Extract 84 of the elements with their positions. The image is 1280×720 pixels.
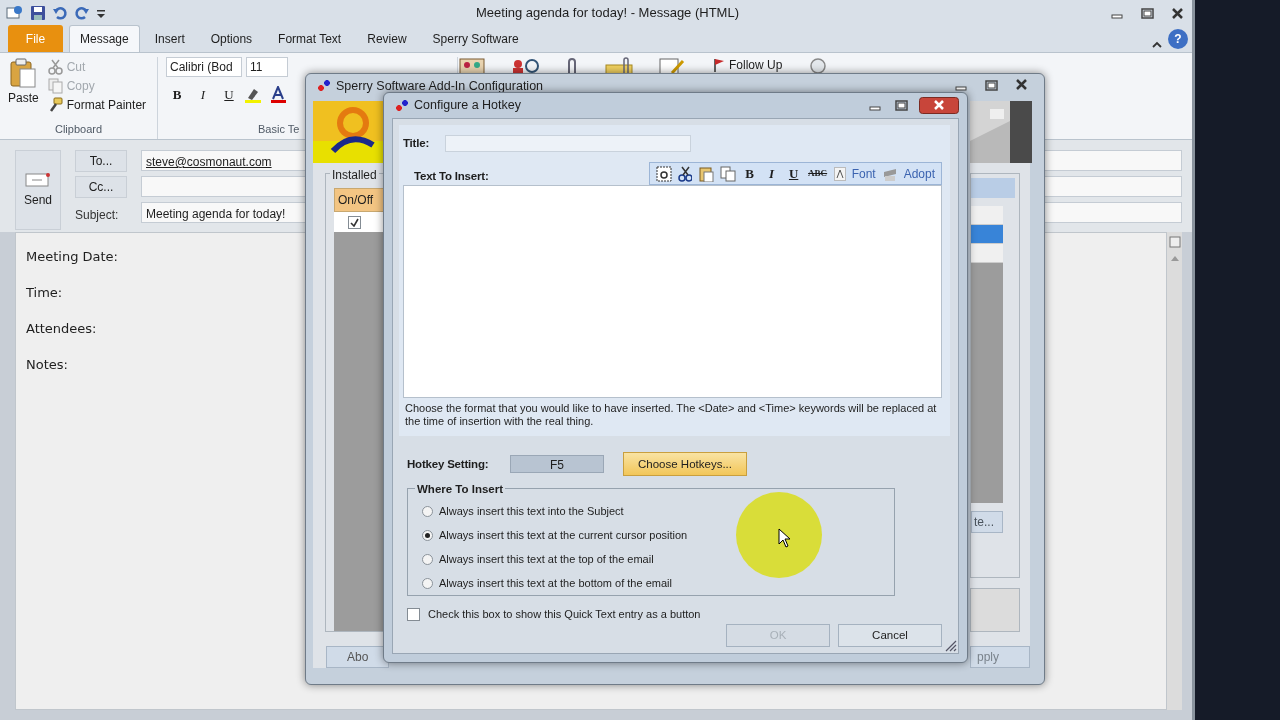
paste-button[interactable]: Paste — [6, 57, 41, 114]
body-text-line: Notes: — [26, 356, 68, 374]
body-text-line: Time: — [26, 284, 63, 302]
checkbox[interactable] — [348, 215, 361, 229]
ribbon-tab[interactable]: Options — [199, 25, 264, 52]
scissors-icon[interactable] — [677, 165, 692, 182]
redo-icon[interactable] — [74, 5, 90, 21]
font-link[interactable]: Font — [851, 164, 876, 183]
adopt-link[interactable]: Adopt — [903, 164, 935, 183]
format-button[interactable]: ABC — [807, 167, 828, 181]
copy-icon — [47, 77, 63, 94]
field-label: Title: — [403, 136, 430, 151]
format-button[interactable]: U — [785, 164, 802, 184]
checkbox-option[interactable]: Check this box to show this Quick Text entry as a button — [407, 606, 958, 623]
format-button[interactable]: B — [166, 85, 188, 105]
radio-option[interactable]: Always insert this text at the bottom of the email — [422, 571, 894, 596]
field-label: Text To Insert: — [414, 169, 489, 184]
format-button[interactable]: B — [741, 164, 758, 184]
ribbon-tab[interactable]: Message — [69, 25, 140, 52]
close-icon[interactable] — [1013, 77, 1030, 92]
window-title: Meeting agenda for today! - Message (HTML) — [475, 4, 740, 23]
save-icon[interactable] — [30, 5, 46, 21]
format-button[interactable]: I — [192, 85, 214, 105]
close-icon[interactable] — [1169, 5, 1186, 21]
close-icon[interactable] — [919, 97, 959, 114]
side-button[interactable]: te... — [971, 511, 1003, 533]
choose-hotkeys-button[interactable]: Choose Hotkeys... — [623, 452, 747, 477]
ribbon-tab[interactable]: Insert — [143, 25, 196, 52]
field-label: Hotkey Setting: — [407, 456, 490, 472]
resize-grip-icon[interactable] — [945, 640, 957, 652]
cc-button[interactable]: Cc... — [75, 176, 127, 198]
body-text-line: Attendees: — [26, 320, 97, 338]
format-button[interactable]: I — [763, 164, 780, 184]
body-text-line: Meeting Date: — [26, 248, 118, 266]
scrollbar[interactable] — [1167, 232, 1182, 710]
radio-button[interactable] — [422, 577, 433, 589]
radio-option[interactable]: Always insert this text at the top of the email — [422, 547, 894, 572]
format-button[interactable]: U — [218, 85, 240, 105]
flag-icon — [713, 58, 725, 72]
undo-icon[interactable] — [52, 5, 68, 21]
copy-icon[interactable] — [719, 165, 736, 182]
about-button[interactable]: Abo — [326, 646, 389, 668]
send-button[interactable]: Send — [15, 150, 61, 230]
zoom-icon[interactable] — [809, 57, 828, 75]
outlook-app-icon — [6, 5, 24, 21]
help-button[interactable]: ? — [1168, 29, 1188, 49]
radio-option[interactable]: Always insert this text into the Subject — [422, 499, 894, 524]
ribbon-tab[interactable]: Format Text — [267, 25, 353, 52]
checkbox[interactable] — [407, 608, 420, 621]
envelope-icon — [25, 171, 51, 188]
font-icon[interactable] — [833, 166, 846, 181]
help-text: Choose the format that you would like to have inserted. The <Date> and <Time> keywords will be replaced at the time of insertion with the real thing. — [404, 401, 938, 429]
radio-button[interactable] — [422, 529, 433, 541]
ribbon-tab[interactable]: Review — [356, 25, 418, 52]
group-label: Clipboard — [53, 121, 104, 137]
list-header-bar — [971, 178, 1015, 198]
paste-icon[interactable] — [697, 165, 714, 182]
to-button[interactable]: To... — [75, 150, 127, 172]
maximize-icon[interactable] — [983, 78, 999, 91]
people-email-icon[interactable] — [510, 57, 540, 75]
maximize-icon[interactable] — [1139, 5, 1155, 21]
radio-option[interactable]: Always insert this text at the current cursor position — [422, 523, 894, 548]
window-title: Configure a Hotkey — [414, 97, 522, 115]
hotkey-field[interactable]: F5 — [510, 455, 604, 474]
checkmark-icon — [350, 217, 359, 227]
select-all-icon[interactable] — [655, 165, 672, 182]
subject-label: Subject: — [75, 207, 120, 224]
clipboard-icon — [9, 57, 38, 89]
maximize-icon[interactable] — [893, 98, 909, 113]
ribbon-command[interactable]: Format Painter — [44, 95, 150, 114]
radio-button[interactable] — [422, 553, 433, 565]
radio-button[interactable] — [422, 505, 433, 517]
title-field[interactable] — [445, 135, 692, 153]
font-name-dropdown[interactable]: Calibri (Bod — [166, 57, 242, 77]
paintbrush-icon — [47, 96, 63, 113]
window-title: Sperry Software Add-In Configuration — [336, 77, 545, 95]
list-row[interactable] — [971, 225, 1003, 244]
scissors-icon — [47, 58, 63, 75]
follow-up-button[interactable]: Follow Up — [710, 57, 786, 73]
cancel-button[interactable]: Cancel — [838, 623, 942, 647]
ribbon-tab[interactable]: Sperry Software — [421, 25, 530, 52]
cursor-icon — [778, 528, 792, 548]
font-size-dropdown[interactable]: 11 — [246, 57, 288, 77]
group-label: Basic Te — [258, 122, 300, 135]
